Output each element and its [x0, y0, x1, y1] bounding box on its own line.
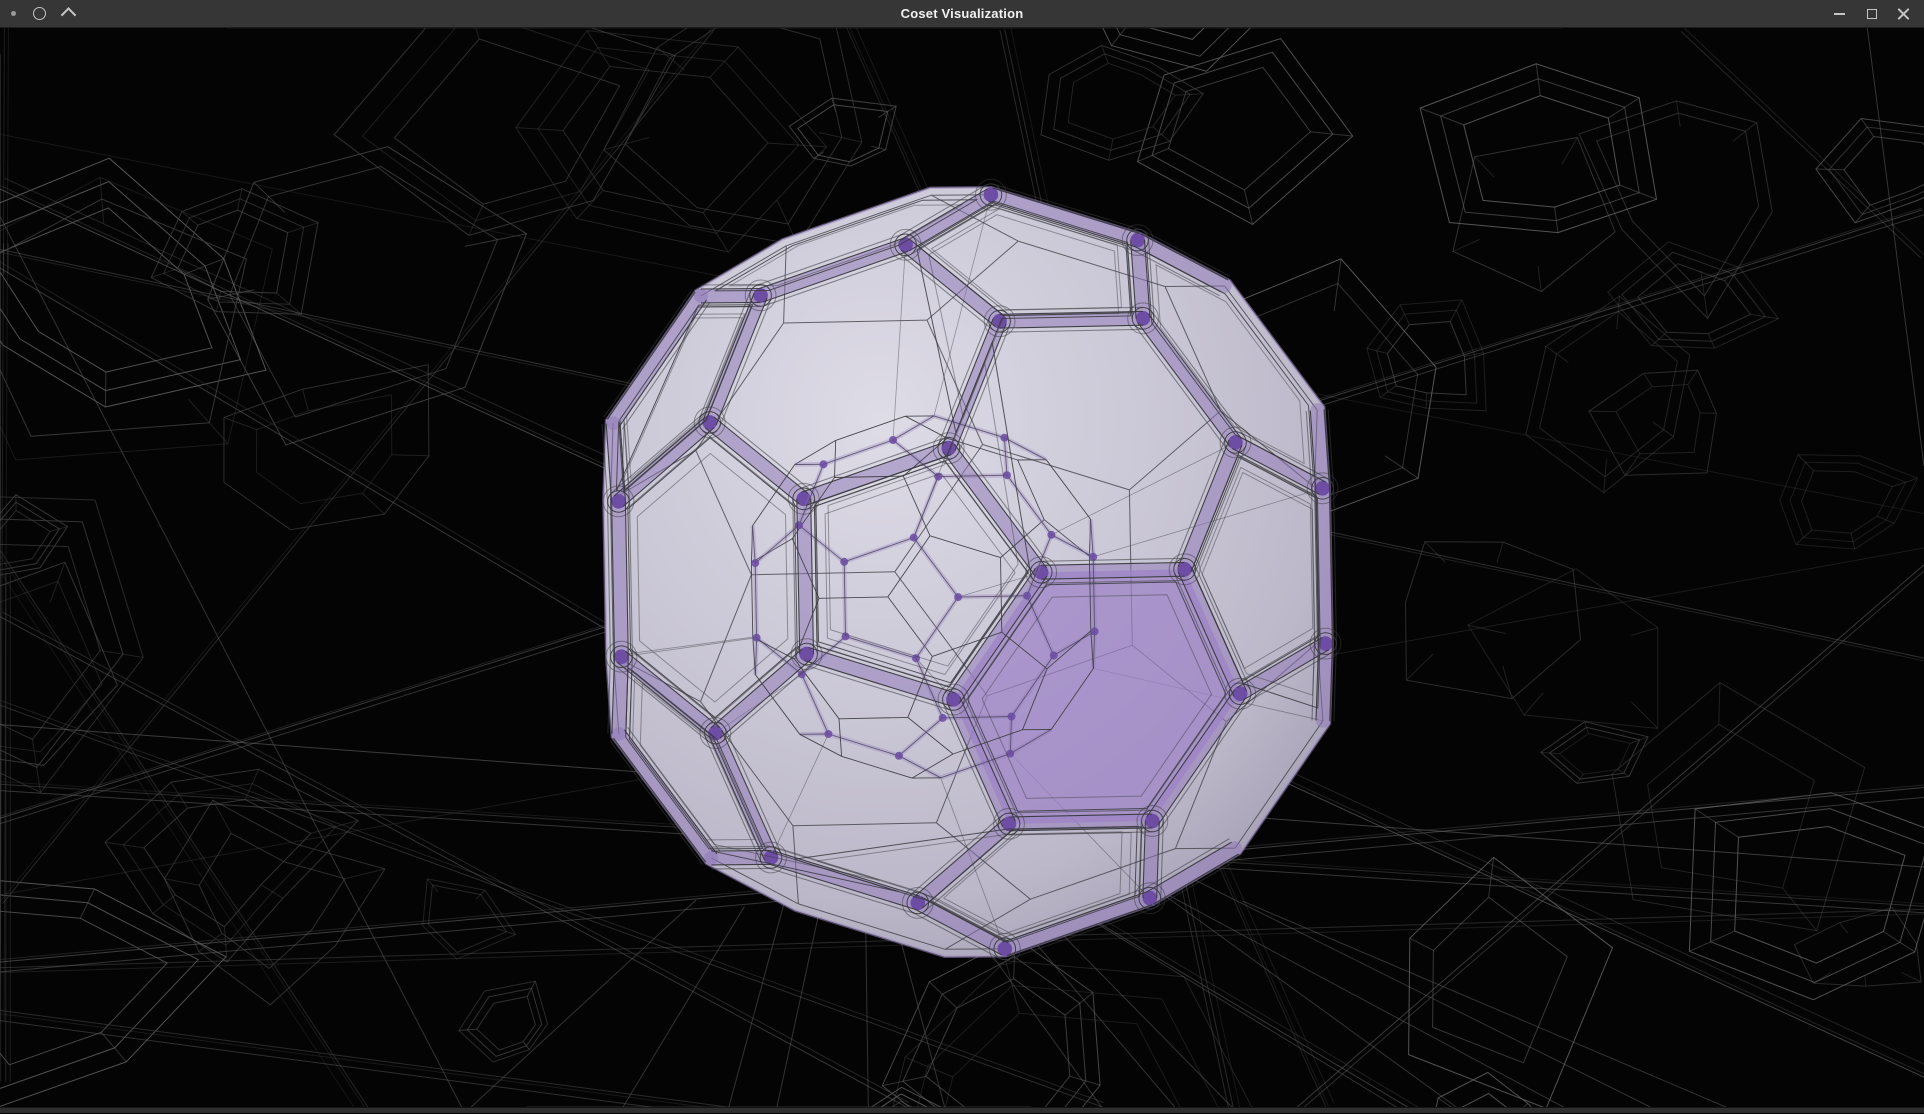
titlebar[interactable]: Coset Visualization	[0, 0, 1924, 28]
window-title: Coset Visualization	[0, 0, 1924, 28]
app-window: Coset Visualization	[0, 0, 1924, 1114]
viz-canvas[interactable]	[0, 28, 1924, 1107]
maximize-icon	[1867, 9, 1877, 19]
maximize-button[interactable]	[1864, 6, 1879, 21]
titlebar-left-controls	[0, 7, 74, 20]
window-resize-edge[interactable]	[0, 1107, 1924, 1113]
close-icon	[1897, 7, 1910, 20]
minimize-button[interactable]	[1832, 6, 1847, 21]
chevron-up-icon[interactable]	[61, 7, 77, 23]
close-button[interactable]	[1896, 6, 1911, 21]
titlebar-window-controls	[1832, 6, 1924, 21]
minimize-icon	[1834, 13, 1845, 15]
circle-icon[interactable]	[33, 7, 46, 20]
status-dot-icon	[11, 11, 16, 16]
